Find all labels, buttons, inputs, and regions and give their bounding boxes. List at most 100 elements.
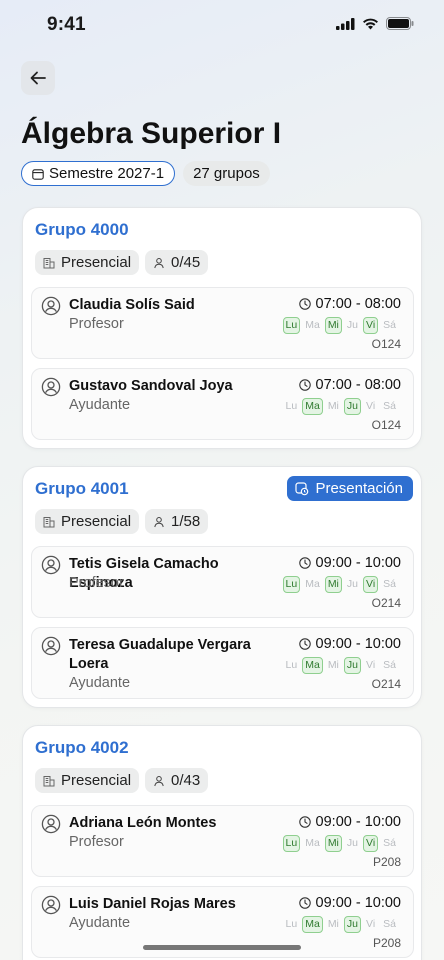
building-icon	[43, 257, 55, 268]
enrollment-label: 1/58	[171, 513, 201, 530]
day-vi: Vi	[366, 400, 376, 412]
modality-chip: Presencial	[35, 250, 140, 275]
modality-label: Presencial	[61, 513, 132, 530]
time-label: 07:00 - 08:00	[315, 377, 401, 393]
presentation-label: Presentación	[315, 480, 403, 497]
group-title[interactable]: Grupo 4002	[35, 738, 129, 758]
day-lu: Lu	[282, 835, 301, 852]
staff-name: Adriana León Montes	[69, 815, 217, 831]
day-ju: Ju	[343, 398, 361, 415]
back-button[interactable]	[21, 61, 55, 95]
staff-role: Profesor	[69, 575, 124, 591]
staff-name: Claudia Solís Said	[69, 297, 195, 313]
day-mi: Mi	[324, 835, 342, 852]
day-sá: Sá	[383, 400, 396, 412]
day-mi: Mi	[324, 317, 342, 334]
day-ma: Ma	[302, 916, 323, 933]
weekday-list: Lu Ma Mi Ju Vi Sá	[282, 317, 399, 334]
group-title[interactable]: Grupo 4000	[35, 220, 129, 240]
semester-chip[interactable]: Semestre 2027-1	[21, 161, 176, 186]
day-ju: Ju	[346, 578, 358, 590]
person-circle-icon	[41, 814, 61, 834]
staff-card[interactable]: Gustavo Sandoval Joya Ayudante 07:00 - 0…	[31, 368, 414, 440]
staff-name: Luis Daniel Rojas Mares	[69, 896, 236, 912]
day-sá: Sá	[383, 578, 396, 590]
day-vi: Vi	[363, 576, 379, 593]
time-label: 09:00 - 10:00	[315, 555, 401, 571]
staff-role: Ayudante	[69, 397, 131, 413]
day-ju: Ju	[343, 916, 361, 933]
staff-card[interactable]: Teresa Guadalupe Vergara Loera Ayudante …	[31, 627, 414, 699]
day-ma: Ma	[305, 837, 320, 849]
day-lu: Lu	[285, 400, 298, 412]
battery-icon	[386, 17, 414, 30]
person-circle-icon	[41, 296, 61, 316]
day-vi: Vi	[363, 835, 379, 852]
staff-role: Profesor	[69, 316, 124, 332]
user-icon	[154, 775, 164, 786]
staff-time: 09:00 - 10:00	[298, 555, 401, 571]
day-ma: Ma	[305, 578, 320, 590]
group-title[interactable]: Grupo 4001	[35, 479, 129, 499]
day-ju: Ju	[346, 837, 358, 849]
staff-card[interactable]: Claudia Solís Said Profesor 07:00 - 08:0…	[31, 287, 414, 359]
day-lu: Lu	[285, 659, 298, 671]
person-circle-icon	[41, 555, 61, 575]
day-ma: Ma	[305, 319, 320, 331]
day-mi: Mi	[324, 576, 342, 593]
room-label: O214	[371, 677, 401, 691]
time-label: 07:00 - 08:00	[315, 296, 401, 312]
page-title: Álgebra Superior I	[21, 117, 282, 150]
clock-icon	[298, 379, 311, 391]
day-ma: Ma	[302, 398, 323, 415]
staff-card[interactable]: Adriana León Montes Profesor 09:00 - 10:…	[31, 805, 414, 877]
groups-count-label: 27 grupos	[193, 165, 260, 182]
modality-chip: Presencial	[35, 509, 140, 534]
status-time: 9:41	[47, 14, 86, 35]
group-card[interactable]: Grupo 4000 Presencial 0/45 Claudia Solís…	[22, 207, 422, 449]
staff-card[interactable]: Tetis Gisela Camacho Espinoza Profesor 0…	[31, 546, 414, 618]
clock-icon	[298, 638, 311, 650]
day-mi: Mi	[327, 400, 339, 412]
staff-time: 07:00 - 08:00	[298, 296, 401, 312]
day-lu: Lu	[285, 918, 298, 930]
presentation-button[interactable]: Presentación	[287, 476, 413, 501]
person-circle-icon	[41, 895, 61, 915]
modality-chip: Presencial	[35, 768, 140, 793]
weekday-list: Lu Ma Mi Ju Vi Sá	[282, 576, 399, 593]
staff-role: Ayudante	[69, 915, 131, 931]
enrollment-chip: 0/45	[145, 250, 209, 275]
day-lu: Lu	[282, 576, 301, 593]
room-label: O124	[371, 418, 401, 432]
staff-role: Ayudante	[69, 675, 131, 691]
group-card[interactable]: Grupo 4001 Presentación Presencial 1/58 T…	[22, 466, 422, 708]
enrollment-chip: 1/58	[145, 509, 209, 534]
staff-name: Gustavo Sandoval Joya	[69, 378, 233, 394]
day-ju: Ju	[346, 319, 358, 331]
building-icon	[43, 516, 55, 527]
arrow-left-icon	[30, 71, 46, 85]
day-ju: Ju	[343, 657, 361, 674]
weekday-list: Lu Ma Mi Ju Vi Sá	[283, 916, 399, 933]
room-label: O214	[371, 596, 401, 610]
modality-label: Presencial	[61, 772, 132, 789]
room-label: P208	[372, 855, 401, 869]
room-label: O124	[371, 337, 401, 351]
group-card[interactable]: Grupo 4002 Presencial 0/43 Adriana León …	[22, 725, 422, 960]
enrollment-label: 0/43	[171, 772, 201, 789]
weekday-list: Lu Ma Mi Ju Vi Sá	[283, 657, 399, 674]
room-label: P208	[372, 936, 401, 950]
time-label: 09:00 - 10:00	[315, 814, 401, 830]
clock-icon	[298, 897, 311, 909]
day-mi: Mi	[327, 659, 339, 671]
clock-icon	[298, 298, 311, 310]
staff-time: 09:00 - 10:00	[298, 814, 401, 830]
presentation-icon	[295, 481, 309, 495]
day-vi: Vi	[366, 918, 376, 930]
staff-time: 07:00 - 08:00	[298, 377, 401, 393]
day-sá: Sá	[383, 319, 396, 331]
staff-role: Profesor	[69, 834, 124, 850]
signal-icon	[336, 17, 355, 30]
staff-time: 09:00 - 10:00	[298, 636, 401, 652]
day-vi: Vi	[363, 317, 379, 334]
